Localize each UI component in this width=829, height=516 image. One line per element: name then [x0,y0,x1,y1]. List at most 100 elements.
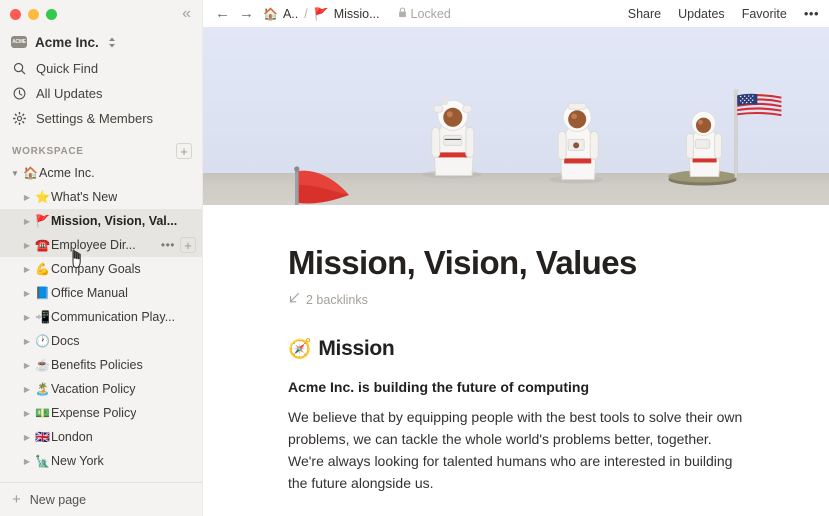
share-button[interactable]: Share [628,7,661,21]
tree-row-communication-playbook[interactable]: ▶ 📲 Communication Play... [0,305,202,329]
page-emoji-icon: 🇬🇧 [35,430,50,444]
breadcrumb: 🏠 A.. / 🚩 Missio... [263,7,380,21]
page-tree: ▼ 🏠 Acme Inc. ▶ ⭐ What's New ▶ 🚩 Mission… [0,161,202,482]
tree-row-mission-vision-values[interactable]: ▶ 🚩 Mission, Vision, Val... [0,209,202,233]
close-window-button[interactable] [10,8,21,20]
tree-row-label: Docs [51,334,80,348]
chevron-right-icon[interactable]: ▶ [20,217,34,226]
tree-row-label: Office Manual [51,286,128,300]
locked-status[interactable]: Locked [398,7,451,21]
page-emoji-icon: 🕐 [35,334,50,348]
row-add-page-button[interactable]: + [180,237,196,253]
breadcrumb-emoji-icon: 🚩 [313,6,329,21]
updates-button[interactable]: Updates [678,7,725,21]
tree-row-office-manual[interactable]: ▶ 📘 Office Manual [0,281,202,305]
breadcrumb-item-workspace[interactable]: A.. [283,7,298,21]
workspace-section-header: WORKSPACE + [0,131,202,161]
backlinks-row[interactable]: 2 backlinks [288,292,829,307]
chevron-right-icon[interactable]: ▶ [20,361,34,370]
mission-lede: Acme Inc. is building the future of comp… [288,379,589,396]
chevron-right-icon[interactable]: ▶ [20,433,34,442]
sidebar-item-settings-members[interactable]: Settings & Members [0,106,202,131]
section-title: WORKSPACE [12,145,84,157]
forward-icon[interactable]: → [239,6,254,21]
tree-row-docs[interactable]: ▶ 🕐 Docs [0,329,202,353]
more-options-icon[interactable]: ••• [804,6,819,21]
new-page-label: New page [29,492,87,507]
chevron-updown-icon [108,37,116,48]
back-icon[interactable]: ← [215,6,230,21]
tree-row-label: Vacation Policy [51,382,136,396]
section-heading-mission: 🧭 Mission [288,337,829,361]
lock-icon [398,6,407,21]
page-emoji-icon: 🚩 [35,214,50,228]
row-actions: ••• + [161,237,196,253]
row-more-button[interactable]: ••• [161,239,175,251]
clock-icon [12,87,27,100]
app-window: « ACME Acme Inc. Quick Find All Updates [0,0,829,516]
sidebar-item-label: All Updates [36,86,103,101]
chevron-right-icon[interactable]: ▶ [20,289,34,298]
page-emoji-icon: ☕ [35,358,50,372]
tree-row-label: Communication Play... [51,310,176,324]
chevron-right-icon[interactable]: ▶ [20,337,34,346]
section-heading-label: Mission [318,337,395,361]
chevron-right-icon[interactable]: ▶ [20,241,34,250]
page-cover-image[interactable] [203,27,829,205]
zoom-window-button[interactable] [46,8,57,20]
tree-row-label: Acme Inc. [39,166,95,180]
tree-row-benefits-policies[interactable]: ▶ ☕ Benefits Policies [0,353,202,377]
tree-row-label: Benefits Policies [51,358,143,372]
tree-row-expense-policy[interactable]: ▶ 💵 Expense Policy [0,401,202,425]
gear-icon [12,112,27,125]
tree-row-acme-inc[interactable]: ▼ 🏠 Acme Inc. [0,161,202,185]
page-emoji-icon: ⭐ [35,190,50,204]
tree-row-whats-new[interactable]: ▶ ⭐ What's New [0,185,202,209]
tree-row-label: New York [51,454,104,468]
page-emoji-icon: 🏝️ [35,382,50,396]
tree-row-label: Mission, Vision, Val... [51,214,178,228]
main-content: ← → 🏠 A.. / 🚩 Missio... Locked Share Upd… [203,0,829,516]
tree-row-vacation-policy[interactable]: ▶ 🏝️ Vacation Policy [0,377,202,401]
plus-icon: + [12,491,21,508]
tree-row-company-goals[interactable]: ▶ 💪 Company Goals [0,257,202,281]
chevron-right-icon[interactable]: ▶ [20,457,34,466]
tree-row-label: Expense Policy [51,406,137,420]
search-icon [12,62,27,75]
workspace-name: Acme Inc. [35,34,99,50]
document-body: Mission, Vision, Values 2 backlinks 🧭 Mi… [203,205,829,516]
chevron-right-icon[interactable]: ▶ [20,193,34,202]
sidebar-item-label: Settings & Members [36,111,154,126]
breadcrumb-separator: / [304,6,308,21]
compass-icon: 🧭 [288,339,312,361]
tree-row-label: London [51,430,93,444]
chevron-right-icon[interactable]: ▶ [20,385,34,394]
sidebar-item-all-updates[interactable]: All Updates [0,81,202,106]
workspace-switcher[interactable]: ACME Acme Inc. [0,28,202,56]
tree-row-new-york[interactable]: ▶ 🗽 New York [0,449,202,473]
chevron-right-icon[interactable]: ▶ [20,313,34,322]
chevron-down-icon[interactable]: ▼ [8,169,22,178]
new-page-button[interactable]: + New page [0,482,202,516]
page-emoji-icon: 🗽 [35,454,50,468]
page-toolbar: ← → 🏠 A.. / 🚩 Missio... Locked Share Upd… [203,0,829,27]
page-title[interactable]: Mission, Vision, Values [288,244,829,281]
page-emoji-icon: 📘 [35,286,50,300]
collapse-sidebar-icon[interactable]: « [182,6,192,22]
page-emoji-icon: 💪 [35,262,50,276]
minimize-window-button[interactable] [28,8,39,20]
page-emoji-icon: ☎️ [35,238,50,252]
sidebar: « ACME Acme Inc. Quick Find All Updates [0,0,203,516]
page-icon-red-flag[interactable] [287,165,357,205]
tree-row-london[interactable]: ▶ 🇬🇧 London [0,425,202,449]
tree-row-label: Company Goals [51,262,141,276]
sidebar-item-quick-find[interactable]: Quick Find [0,56,202,81]
page-emoji-icon: 📲 [35,310,50,324]
chevron-right-icon[interactable]: ▶ [20,409,34,418]
chevron-right-icon[interactable]: ▶ [20,265,34,274]
tree-row-employee-directory[interactable]: ▶ ☎️ Employee Dir... ••• + [0,233,202,257]
favorite-button[interactable]: Favorite [742,7,787,21]
breadcrumb-item-page[interactable]: Missio... [334,7,380,21]
add-workspace-page-button[interactable]: + [176,143,192,159]
sidebar-item-label: Quick Find [36,61,99,76]
